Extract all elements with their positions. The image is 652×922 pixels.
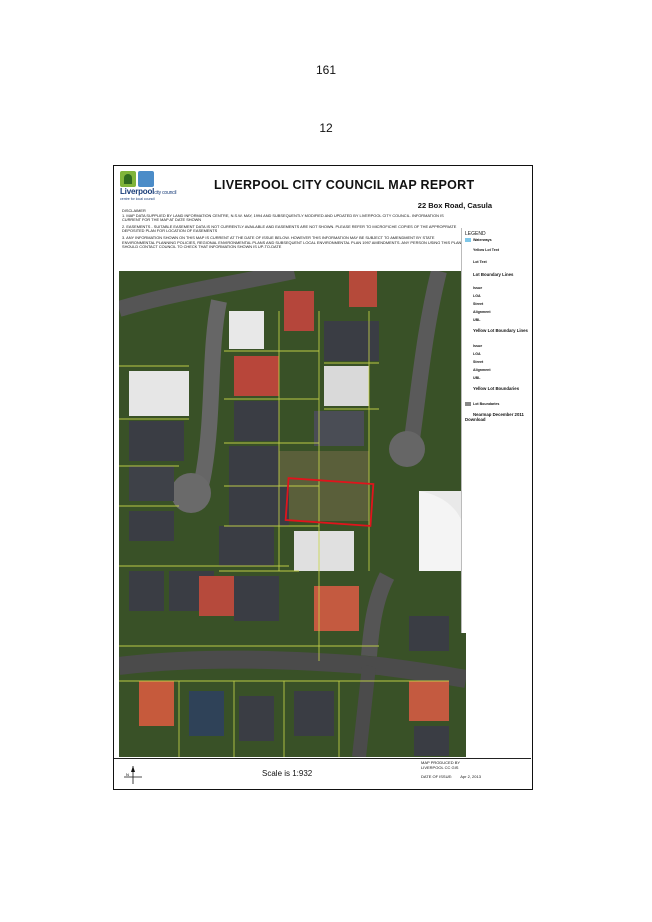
legend-item: Alignment bbox=[473, 310, 491, 315]
svg-text:N: N bbox=[126, 772, 129, 777]
legend-item: Street bbox=[473, 360, 484, 365]
map-footer: N Scale is 1:932 MAP PRODUCED BY LIVERPO… bbox=[114, 758, 531, 789]
legend-item: Waterways bbox=[465, 238, 531, 243]
aerial-map[interactable] bbox=[119, 271, 466, 757]
legend-item: UBL bbox=[473, 318, 481, 323]
aerial-photo bbox=[119, 271, 466, 757]
legend-item: Yellow Lot Boundary Lines bbox=[473, 328, 528, 333]
legend-item: Issue bbox=[473, 286, 483, 291]
issue-date: Apr 2, 2013 bbox=[460, 774, 481, 779]
legend-item: Nearmap December 2011 Download bbox=[465, 412, 524, 422]
legend-item: LGA bbox=[473, 294, 481, 299]
legend-item: Yellow Lot Boundaries bbox=[473, 386, 520, 391]
legend-item: Issue bbox=[473, 344, 483, 349]
map-scale: Scale is 1:932 bbox=[262, 769, 313, 778]
council-logo: Liverpoolcity council centre for local c… bbox=[120, 171, 186, 201]
legend-title: LEGEND bbox=[465, 231, 486, 237]
legend-item: Lot Boundary Lines bbox=[473, 272, 514, 277]
produced-by: MAP PRODUCED BY LIVERPOOL CC GIS bbox=[421, 760, 461, 770]
map-legend: LEGEND Waterways Yellow Lot Text Lot Text L… bbox=[461, 228, 532, 633]
disclaimer: DISCLAIMER 1. MAP DATA SUPPLIED BY LAND … bbox=[122, 208, 462, 252]
disclaimer-3: 3. ANY INFORMATION SHOWN ON THIS MAP IS … bbox=[122, 234, 462, 250]
legend-item: Alignment bbox=[473, 368, 491, 373]
legend-item: Yellow Lot Text bbox=[473, 248, 499, 253]
legend-item: LGA bbox=[473, 352, 481, 357]
map-report: Liverpoolcity council centre for local c… bbox=[113, 165, 533, 790]
legend-item: Lot Text bbox=[473, 260, 487, 265]
north-arrow-icon: N bbox=[124, 766, 142, 784]
report-title: LIVERPOOL CITY COUNCIL MAP REPORT bbox=[214, 178, 475, 192]
page-number-second: 12 bbox=[319, 121, 333, 135]
legend-item: Street bbox=[473, 302, 484, 307]
disclaimer-1: DISCLAIMER 1. MAP DATA SUPPLIED BY LAND … bbox=[122, 208, 444, 223]
issue-date-row: DATE OF ISSUE: Apr 2, 2013 bbox=[421, 774, 481, 779]
legend-item: Lot Boundaries bbox=[465, 402, 531, 407]
legend-item: UBL bbox=[473, 376, 481, 381]
page-number-top: 161 bbox=[315, 63, 337, 77]
disclaimer-2: 2. EASEMENTS - SUITABLE EASEMENT DATA IS… bbox=[122, 223, 457, 234]
